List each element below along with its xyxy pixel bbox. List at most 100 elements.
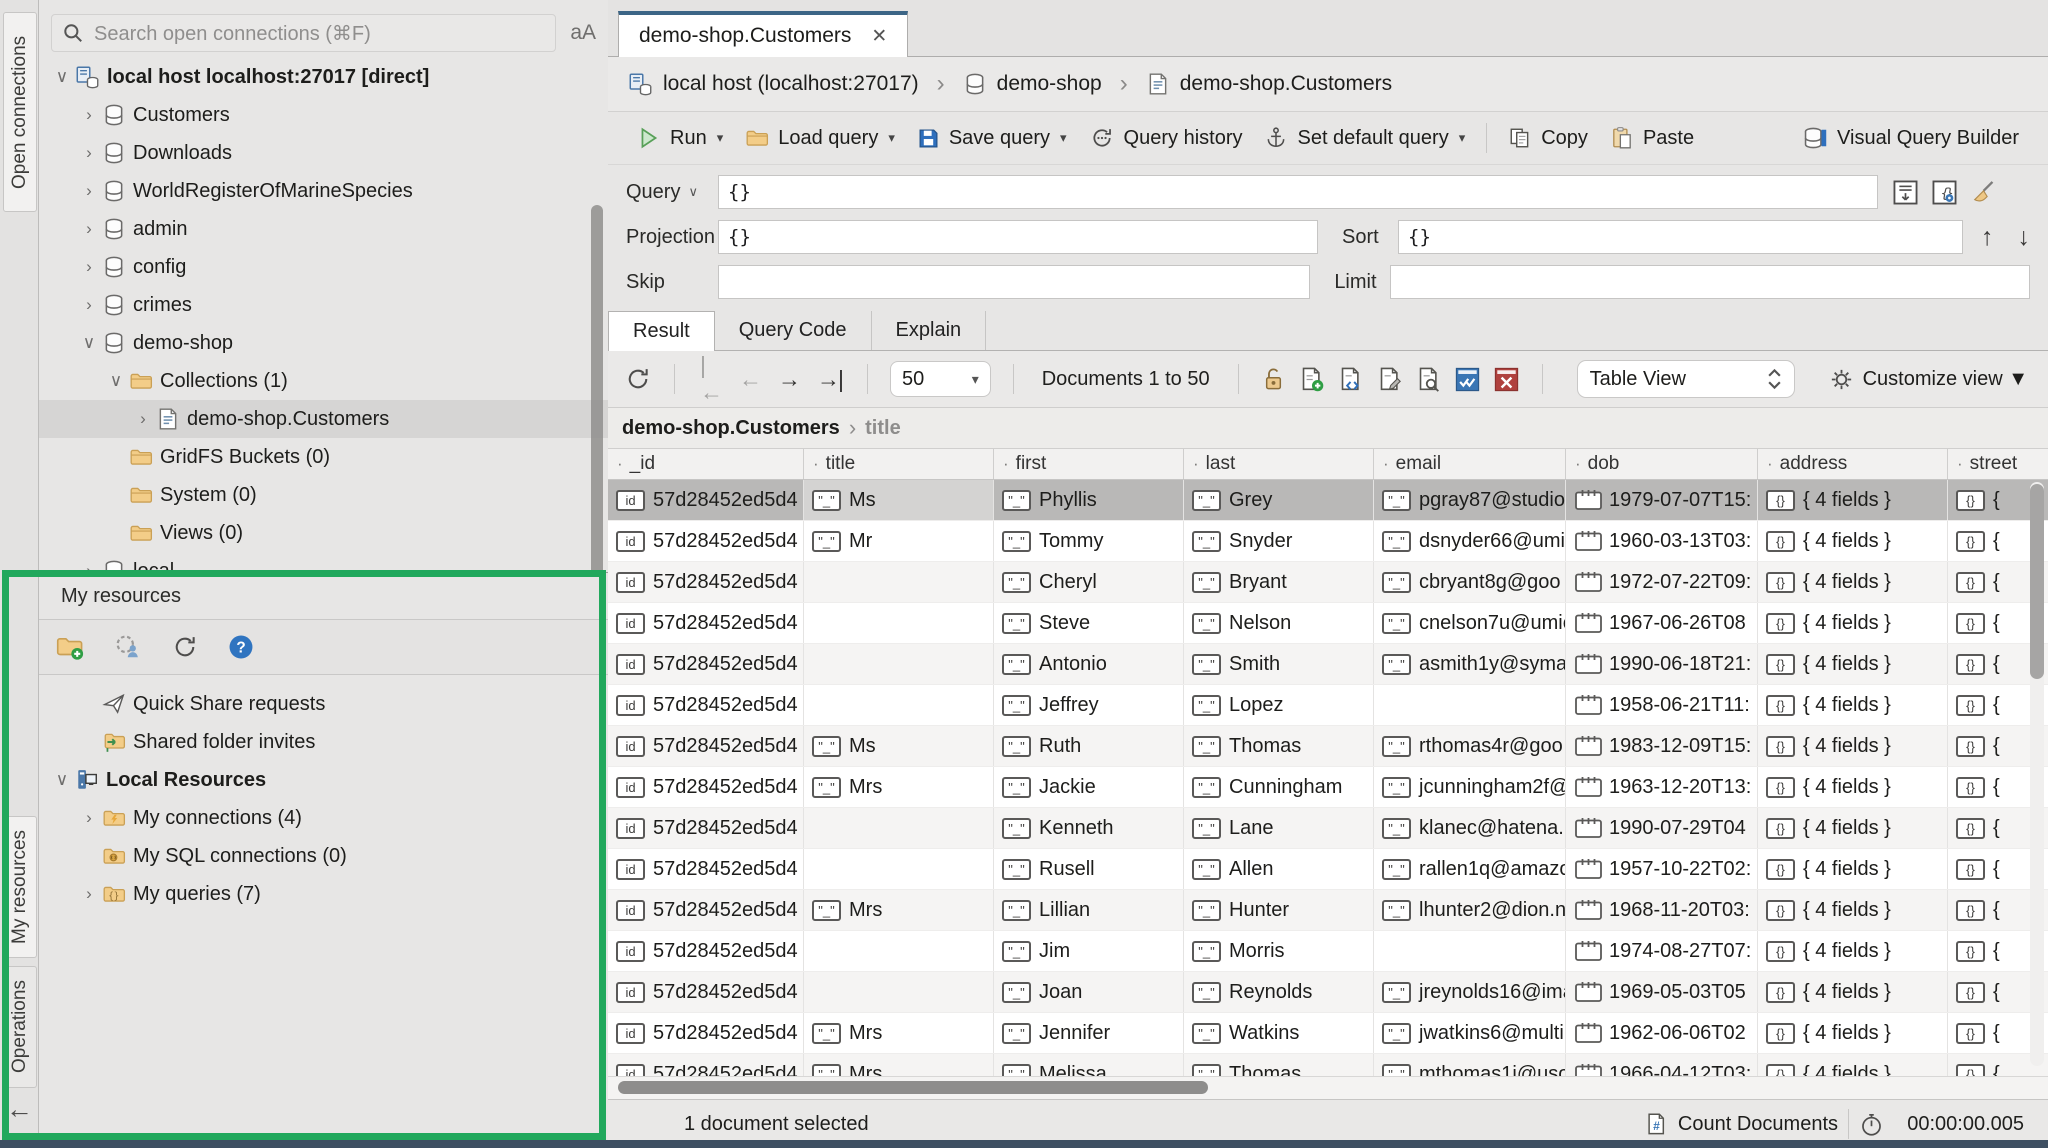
tree-item-gridfs-buckets-0[interactable]: GridFS Buckets (0) bbox=[39, 438, 608, 476]
tree-item-downloads[interactable]: ›Downloads bbox=[39, 134, 608, 172]
prev-page-button[interactable]: ← bbox=[739, 366, 760, 393]
delete-documents-button[interactable] bbox=[1493, 366, 1520, 393]
cell-email[interactable] bbox=[1374, 685, 1566, 725]
cell-dob[interactable]: 1990-06-18T21: bbox=[1566, 644, 1758, 684]
query-input[interactable] bbox=[718, 175, 1878, 209]
table-row[interactable]: id57d28452ed5d4"_"Antonio"_"Smith"_"asmi… bbox=[608, 644, 2048, 685]
cell-address[interactable]: {}{ 4 fields } bbox=[1758, 808, 1948, 848]
count-documents-button[interactable]: # Count Documents bbox=[1644, 1112, 1838, 1137]
chevron-down-icon[interactable]: ∨ bbox=[76, 333, 102, 353]
cell-first[interactable]: "_"Tommy bbox=[994, 521, 1184, 561]
cell-email[interactable]: "_"klanec@hatena.r bbox=[1374, 808, 1566, 848]
cell-last[interactable]: "_"Bryant bbox=[1184, 562, 1374, 602]
cell-id[interactable]: id57d28452ed5d4 bbox=[608, 767, 804, 807]
cell-dob[interactable]: 1967-06-26T08 bbox=[1566, 603, 1758, 643]
cell-email[interactable]: "_"cbryant8g@goo bbox=[1374, 562, 1566, 602]
cell-first[interactable]: "_"Ruth bbox=[994, 726, 1184, 766]
query-settings-button[interactable]: {} bbox=[1931, 179, 1958, 206]
cell-dob[interactable]: 1958-06-21T11: bbox=[1566, 685, 1758, 725]
tree-item-my-sql-connections-0[interactable]: My SQL connections (0) bbox=[39, 837, 608, 875]
tree-item-local-resources[interactable]: ∨Local Resources bbox=[39, 761, 608, 799]
cell-address[interactable]: {}{ 4 fields } bbox=[1758, 726, 1948, 766]
refresh-button[interactable] bbox=[624, 365, 652, 393]
cell-email[interactable]: "_"cnelson7u@umic bbox=[1374, 603, 1566, 643]
cell-title[interactable] bbox=[804, 685, 994, 725]
add-folder-icon[interactable] bbox=[55, 632, 85, 662]
view-document-button[interactable] bbox=[1415, 366, 1442, 393]
cell-dob[interactable]: 1957-10-22T02: bbox=[1566, 849, 1758, 889]
table-row[interactable]: id57d28452ed5d4"_"Joan"_"Reynolds"_"jrey… bbox=[608, 972, 2048, 1013]
table-row[interactable]: id57d28452ed5d4"_"Rusell"_"Allen"_"ralle… bbox=[608, 849, 2048, 890]
cell-dob[interactable]: 1983-12-09T15: bbox=[1566, 726, 1758, 766]
table-row[interactable]: id57d28452ed5d4"_"Steve"_"Nelson"_"cnels… bbox=[608, 603, 2048, 644]
column-header-title[interactable]: ·title bbox=[804, 449, 994, 479]
cell-dob[interactable]: 1974-08-27T07: bbox=[1566, 931, 1758, 971]
tree-item-collections-1[interactable]: ∨Collections (1) bbox=[39, 362, 608, 400]
table-row[interactable]: id57d28452ed5d4"_"Kenneth"_"Lane"_"klane… bbox=[608, 808, 2048, 849]
column-header-email[interactable]: ·email bbox=[1374, 449, 1566, 479]
tree-item-my-connections-4[interactable]: ›My connections (4) bbox=[39, 799, 608, 837]
update-documents-button[interactable] bbox=[1454, 366, 1481, 393]
cell-first[interactable]: "_"Phyllis bbox=[994, 480, 1184, 520]
sort-descending-button[interactable]: ↓ bbox=[2018, 223, 2031, 252]
cell-first[interactable]: "_"Steve bbox=[994, 603, 1184, 643]
cell-title[interactable] bbox=[804, 972, 994, 1012]
column-header-last[interactable]: ·last bbox=[1184, 449, 1374, 479]
table-row[interactable]: id57d28452ed5d4"_"Mrs"_"Jennifer"_"Watki… bbox=[608, 1013, 2048, 1054]
cell-last[interactable]: "_"Cunningham bbox=[1184, 767, 1374, 807]
column-header-first[interactable]: ·first bbox=[994, 449, 1184, 479]
first-page-button[interactable]: |← bbox=[700, 352, 721, 406]
chevron-right-icon[interactable]: › bbox=[76, 105, 102, 125]
tree-item-local[interactable]: ›local bbox=[39, 552, 608, 572]
cell-email[interactable]: "_"rallen1q@amazo bbox=[1374, 849, 1566, 889]
table-row[interactable]: id57d28452ed5d4"_"Mrs"_"Melissa"_"Thomas… bbox=[608, 1054, 2048, 1076]
tree-item-config[interactable]: ›config bbox=[39, 248, 608, 286]
chevron-right-icon[interactable]: › bbox=[76, 561, 102, 572]
next-page-button[interactable]: → bbox=[778, 366, 799, 393]
cell-dob[interactable]: 1990-07-29T04 bbox=[1566, 808, 1758, 848]
refresh-icon[interactable] bbox=[171, 633, 199, 661]
table-vertical-scrollbar[interactable] bbox=[2030, 482, 2044, 1066]
last-page-button[interactable]: →| bbox=[817, 366, 842, 393]
cell-title[interactable] bbox=[804, 562, 994, 602]
tree-item-quick-share-requests[interactable]: Quick Share requests bbox=[39, 685, 608, 723]
cell-address[interactable]: {}{ 4 fields } bbox=[1758, 521, 1948, 561]
breadcrumb-connection[interactable]: local host (localhost:27017) bbox=[663, 72, 919, 96]
cell-id[interactable]: id57d28452ed5d4 bbox=[608, 521, 804, 561]
customize-view-button[interactable]: Customize view ▼ bbox=[1829, 367, 2028, 392]
cell-id[interactable]: id57d28452ed5d4 bbox=[608, 1054, 804, 1076]
table-row[interactable]: id57d28452ed5d4"_"Mrs"_"Lillian"_"Hunter… bbox=[608, 890, 2048, 931]
tab-result[interactable]: Result bbox=[608, 311, 715, 351]
cell-email[interactable]: "_"rthomas4r@goo bbox=[1374, 726, 1566, 766]
cell-address[interactable]: {}{ 4 fields } bbox=[1758, 890, 1948, 930]
cell-title[interactable] bbox=[804, 603, 994, 643]
cell-first[interactable]: "_"Rusell bbox=[994, 849, 1184, 889]
cell-title[interactable]: "_"Ms bbox=[804, 726, 994, 766]
cell-first[interactable]: "_"Jeffrey bbox=[994, 685, 1184, 725]
sidebar-tab-my-resources[interactable]: My resources bbox=[3, 816, 37, 958]
document-json-button[interactable] bbox=[1337, 366, 1364, 393]
cell-dob[interactable]: 1968-11-20T03: bbox=[1566, 890, 1758, 930]
cell-id[interactable]: id57d28452ed5d4 bbox=[608, 480, 804, 520]
load-query-button[interactable]: Load query▾ bbox=[734, 122, 906, 154]
cell-email[interactable]: "_"jreynolds16@ima bbox=[1374, 972, 1566, 1012]
cell-last[interactable]: "_"Snyder bbox=[1184, 521, 1374, 561]
cell-last[interactable]: "_"Lopez bbox=[1184, 685, 1374, 725]
cell-first[interactable]: "_"Jackie bbox=[994, 767, 1184, 807]
cell-address[interactable]: {}{ 4 fields } bbox=[1758, 767, 1948, 807]
cell-id[interactable]: id57d28452ed5d4 bbox=[608, 562, 804, 602]
scrollbar-thumb[interactable] bbox=[618, 1081, 1208, 1094]
cell-id[interactable]: id57d28452ed5d4 bbox=[608, 808, 804, 848]
cell-email[interactable]: "_"lhunter2@dion.n bbox=[1374, 890, 1566, 930]
chevron-right-icon[interactable]: › bbox=[76, 808, 102, 828]
run-button[interactable]: Run▾ bbox=[626, 122, 734, 154]
cell-first[interactable]: "_"Jennifer bbox=[994, 1013, 1184, 1053]
cell-last[interactable]: "_"Nelson bbox=[1184, 603, 1374, 643]
scrollbar-thumb[interactable] bbox=[2030, 484, 2044, 679]
tree-item-demo-shop[interactable]: ∨demo-shop bbox=[39, 324, 608, 362]
cell-id[interactable]: id57d28452ed5d4 bbox=[608, 1013, 804, 1053]
cell-id[interactable]: id57d28452ed5d4 bbox=[608, 931, 804, 971]
chevron-right-icon[interactable]: › bbox=[76, 295, 102, 315]
tree-item-worldregisterofmarinespecies[interactable]: ›WorldRegisterOfMarineSpecies bbox=[39, 172, 608, 210]
query-options-button[interactable] bbox=[1892, 179, 1919, 206]
